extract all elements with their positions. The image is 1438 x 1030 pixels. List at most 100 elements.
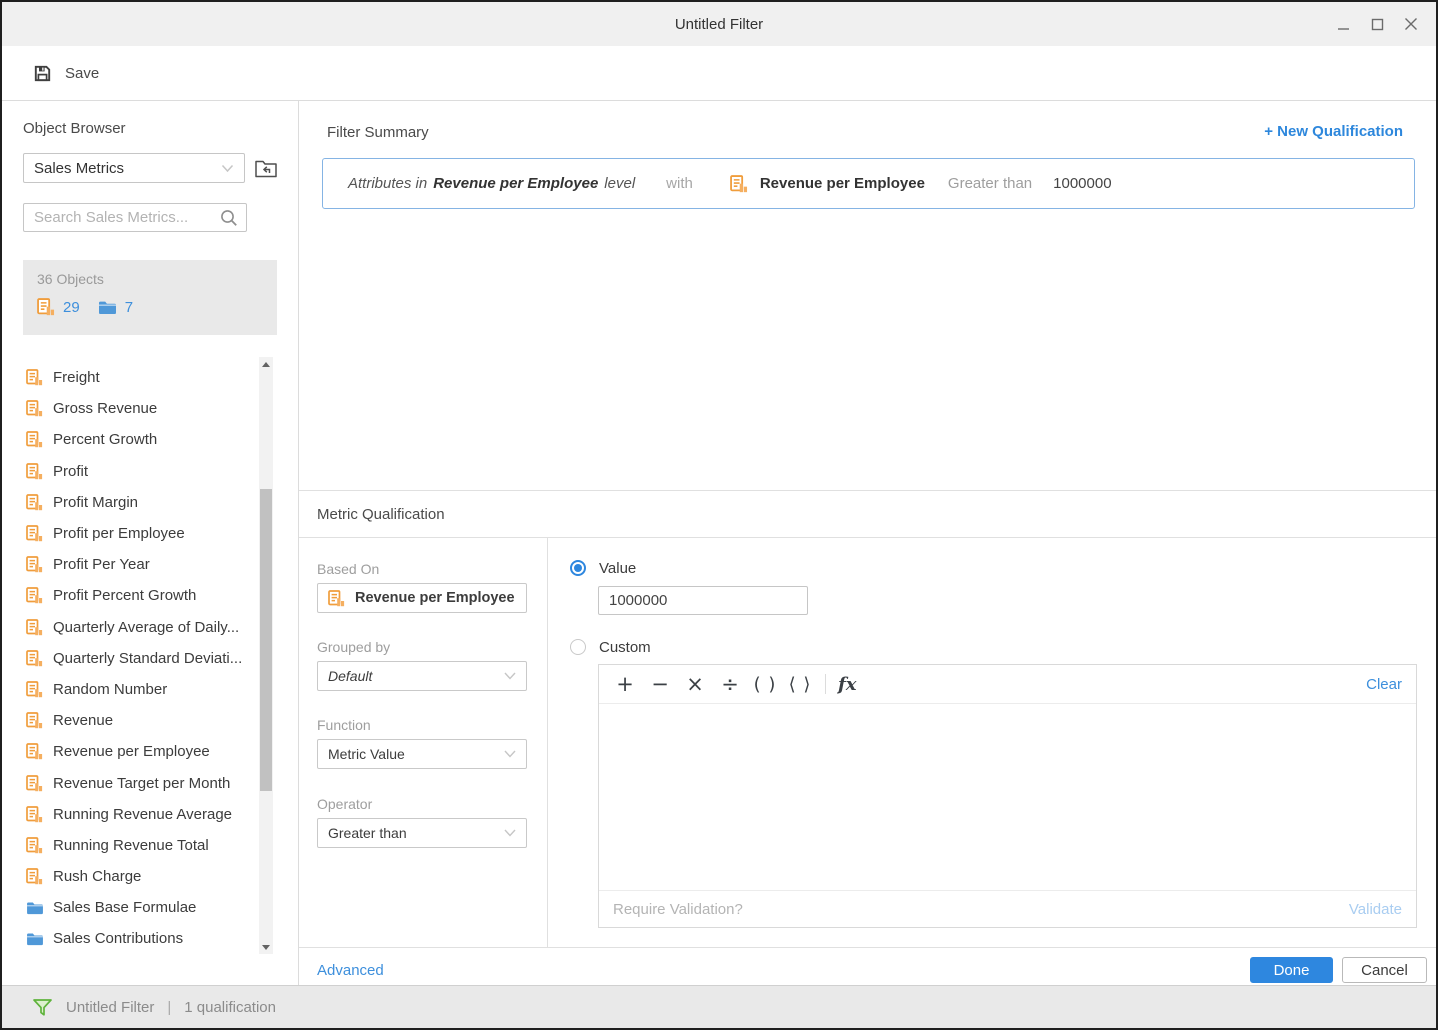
- close-icon[interactable]: [1394, 9, 1428, 39]
- status-separator: |: [167, 999, 171, 1016]
- object-label: Running Revenue Total: [53, 837, 209, 854]
- list-item[interactable]: Profit Percent Growth: [2, 580, 257, 611]
- toolbar-separator: [825, 674, 826, 694]
- list-item[interactable]: Revenue: [2, 705, 257, 736]
- scroll-up-icon[interactable]: [259, 357, 273, 371]
- list-item[interactable]: Revenue Target per Month: [2, 767, 257, 798]
- filter-editor-window: Untitled Filter Save: [0, 0, 1438, 1030]
- object-label: Sales Base Formulae: [53, 899, 196, 916]
- minimize-icon[interactable]: [1326, 9, 1360, 39]
- metric-icon: [26, 556, 44, 573]
- list-item[interactable]: Freight: [2, 362, 257, 393]
- section-divider: [299, 490, 1436, 491]
- custom-radio[interactable]: [570, 639, 586, 655]
- list-item[interactable]: Profit: [2, 456, 257, 487]
- metric-icon: [26, 775, 44, 792]
- metric-icon: [26, 868, 44, 885]
- list-item[interactable]: Profit per Employee: [2, 518, 257, 549]
- save-button-label: Save: [65, 65, 99, 82]
- search-field: [23, 203, 247, 232]
- object-label: Gross Revenue: [53, 400, 157, 417]
- validate-link[interactable]: Validate: [1349, 901, 1402, 918]
- function-dropdown[interactable]: Metric Value: [317, 739, 527, 769]
- object-browser-panel: Object Browser Sales Metrics: [2, 101, 299, 985]
- metric-icon: [26, 837, 44, 854]
- angle-brackets-icon[interactable]: ⟨ ⟩: [788, 674, 812, 695]
- list-item[interactable]: Sales Contributions: [2, 923, 257, 949]
- qualification-level-word: level: [604, 175, 635, 192]
- plus-operator-icon[interactable]: +: [613, 672, 637, 696]
- parentheses-icon[interactable]: ( ): [753, 674, 777, 695]
- list-item[interactable]: Running Revenue Average: [2, 799, 257, 830]
- object-label: Freight: [53, 369, 100, 386]
- header-divider: [299, 537, 1436, 538]
- grouped-by-dropdown[interactable]: Default: [317, 661, 527, 691]
- list-item[interactable]: Rush Charge: [2, 861, 257, 892]
- expression-footer: Require Validation? Validate: [599, 890, 1416, 927]
- value-radio[interactable]: [570, 560, 586, 576]
- expression-input-area[interactable]: [599, 704, 1416, 890]
- source-dropdown[interactable]: Sales Metrics: [23, 153, 245, 183]
- search-icon[interactable]: [220, 209, 238, 227]
- qualification-with-word: with: [666, 175, 693, 192]
- list-item[interactable]: Percent Growth: [2, 424, 257, 455]
- done-button[interactable]: Done: [1250, 957, 1333, 983]
- metric-icon: [26, 681, 44, 698]
- qualification-summary-row[interactable]: Attributes in Revenue per Employee level…: [322, 158, 1415, 209]
- based-on-field[interactable]: Revenue per Employee: [317, 583, 527, 613]
- metric-icon: [26, 431, 44, 448]
- qualification-metric-name: Revenue per Employee: [760, 175, 925, 192]
- object-label: Profit Margin: [53, 494, 138, 511]
- save-icon: [33, 64, 52, 83]
- operator-label: Operator: [317, 796, 372, 812]
- qualification-operator: Greater than: [948, 175, 1032, 192]
- metric-icon: [730, 175, 748, 193]
- object-count-summary: 36 Objects 29 7: [23, 260, 277, 335]
- folder-icon: [26, 932, 44, 946]
- list-item[interactable]: Gross Revenue: [2, 393, 257, 424]
- cancel-button[interactable]: Cancel: [1342, 957, 1427, 983]
- object-list: Freight Gross Revenue Percent Growth: [2, 362, 257, 949]
- list-item[interactable]: Random Number: [2, 674, 257, 705]
- main-panel: Filter Summary + New Qualification Attri…: [299, 101, 1436, 985]
- list-item[interactable]: Running Revenue Total: [2, 830, 257, 861]
- object-label: Quarterly Standard Deviati...: [53, 650, 242, 667]
- list-item[interactable]: Quarterly Average of Daily...: [2, 612, 257, 643]
- function-label: Function: [317, 717, 371, 733]
- list-item[interactable]: Profit Margin: [2, 487, 257, 518]
- function-fx-icon[interactable]: fx: [838, 674, 856, 695]
- browse-parent-folder-icon[interactable]: [253, 155, 279, 181]
- folder-icon: [98, 300, 117, 315]
- object-label: Profit Percent Growth: [53, 587, 196, 604]
- minus-operator-icon[interactable]: −: [648, 672, 672, 696]
- status-qualification-count: 1 qualification: [184, 999, 276, 1016]
- list-item[interactable]: Profit Per Year: [2, 549, 257, 580]
- based-on-value: Revenue per Employee: [355, 590, 516, 606]
- save-button[interactable]: Save: [33, 64, 99, 83]
- chevron-down-icon: [504, 672, 516, 680]
- status-bar: Untitled Filter | 1 qualification: [2, 985, 1436, 1028]
- list-item[interactable]: Revenue per Employee: [2, 736, 257, 767]
- new-qualification-link[interactable]: + New Qualification: [1264, 123, 1403, 140]
- list-item[interactable]: Sales Base Formulae: [2, 892, 257, 923]
- scrollbar-thumb[interactable]: [260, 489, 272, 791]
- operator-dropdown[interactable]: Greater than: [317, 818, 527, 848]
- clear-link[interactable]: Clear: [1366, 676, 1402, 693]
- object-label: Quarterly Average of Daily...: [53, 619, 239, 636]
- object-label: Revenue Target per Month: [53, 775, 230, 792]
- object-label: Random Number: [53, 681, 167, 698]
- object-label: Profit Per Year: [53, 556, 150, 573]
- object-list-scrollbar[interactable]: [259, 357, 273, 954]
- scroll-down-icon[interactable]: [259, 940, 273, 954]
- maximize-icon[interactable]: [1360, 9, 1394, 39]
- value-radio-label: Value: [599, 560, 636, 577]
- search-input[interactable]: [34, 209, 220, 226]
- qualification-level-name: Revenue per Employee: [433, 175, 598, 192]
- multiply-operator-icon[interactable]: ×: [683, 672, 707, 696]
- divide-operator-icon[interactable]: ÷: [718, 672, 742, 696]
- metric-icon: [26, 369, 44, 386]
- advanced-link[interactable]: Advanced: [317, 962, 384, 979]
- list-item[interactable]: Quarterly Standard Deviati...: [2, 643, 257, 674]
- value-input[interactable]: [598, 586, 808, 615]
- metric-icon: [26, 619, 44, 636]
